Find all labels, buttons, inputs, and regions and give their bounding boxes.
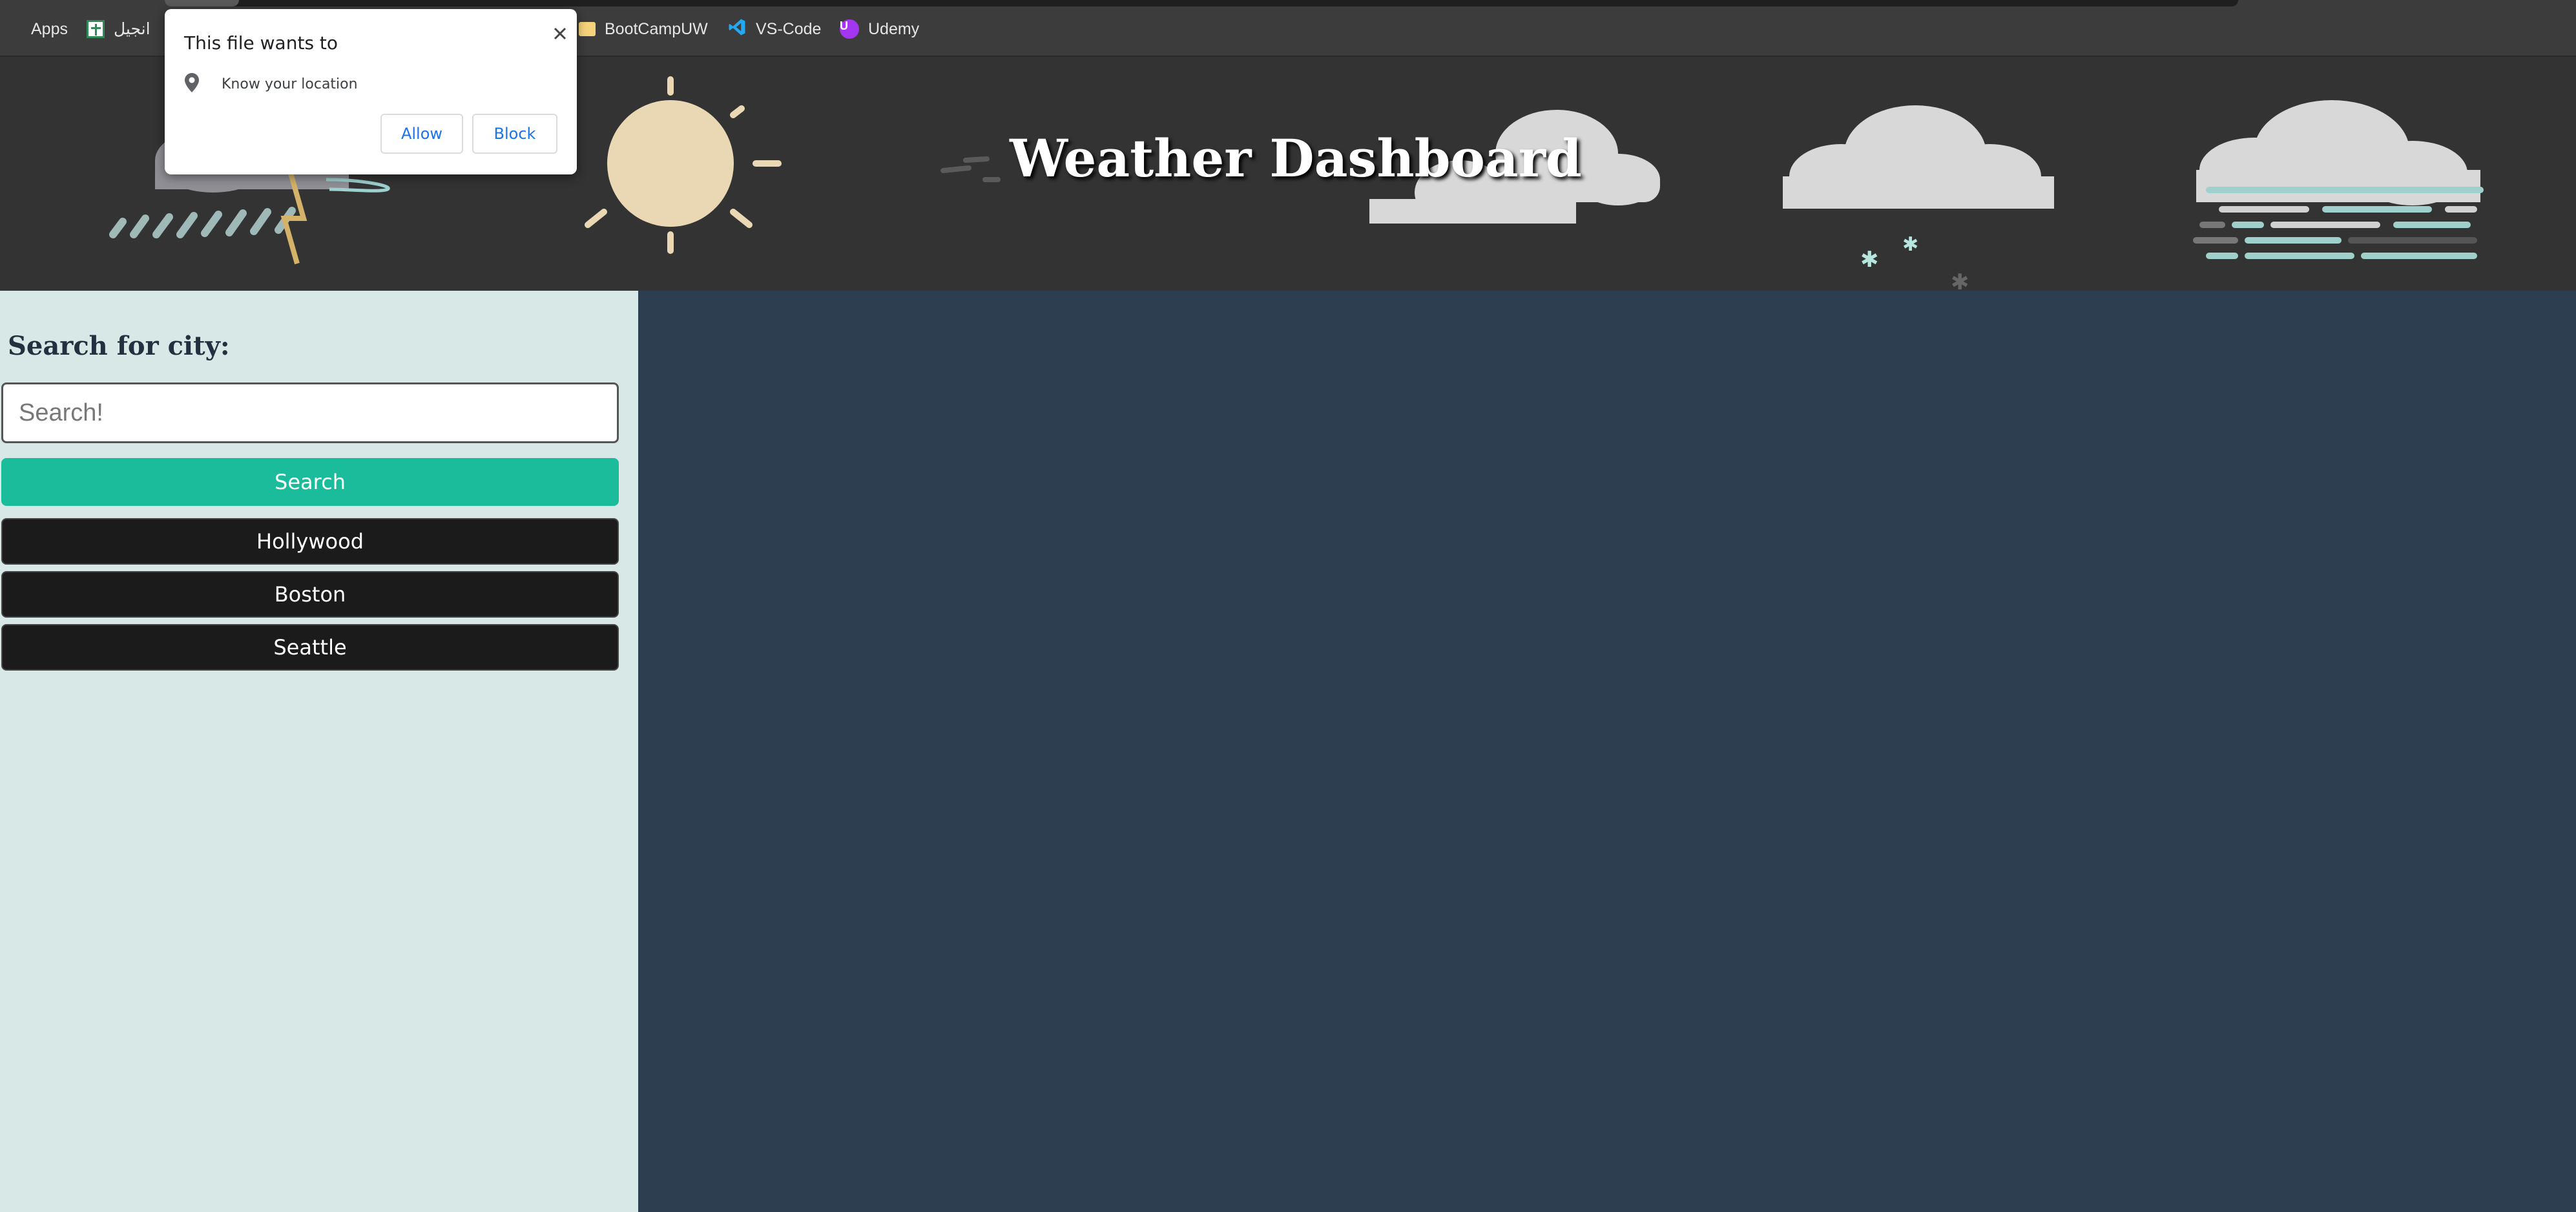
cross-book-icon: [87, 20, 105, 38]
bookmark-udemy[interactable]: U Udemy: [840, 18, 919, 40]
udemy-icon: U: [840, 19, 859, 39]
bookmark-vs-code[interactable]: VS-Code: [727, 18, 821, 40]
active-tab-edge[interactable]: [165, 0, 239, 6]
bookmark-label: Udemy: [868, 19, 920, 38]
svg-text:✱: ✱: [1951, 269, 1969, 291]
permission-row: Know your location: [184, 72, 358, 96]
tab-strip-edge: [165, 0, 2238, 6]
bookmark-apps[interactable]: Apps: [5, 18, 68, 40]
close-icon[interactable]: [547, 21, 573, 47]
bookmark-injil[interactable]: انجيل: [87, 18, 151, 40]
svg-text:✱: ✱: [1860, 247, 1879, 273]
apps-grid-icon: [5, 21, 22, 37]
bookmark-label: Apps: [31, 19, 68, 38]
bookmark-bootcampuw[interactable]: BootCampUW: [579, 18, 708, 40]
folder-icon: [579, 22, 596, 36]
forecast-area: [638, 291, 2576, 1212]
vscode-icon: [727, 17, 747, 41]
city-button-hollywood[interactable]: Hollywood: [1, 518, 619, 565]
block-button[interactable]: Block: [472, 114, 557, 154]
location-permission-popup: This file wants to Know your location Al…: [165, 9, 577, 174]
search-input[interactable]: [1, 382, 619, 443]
popup-title: This file wants to: [184, 32, 338, 54]
city-button-seattle[interactable]: Seattle: [1, 624, 619, 671]
bookmark-label: انجيل: [114, 20, 151, 38]
search-button[interactable]: Search: [1, 458, 619, 506]
city-button-boston[interactable]: Boston: [1, 571, 619, 618]
permission-label: Know your location: [222, 76, 358, 92]
search-heading: Search for city:: [8, 331, 230, 361]
bookmark-label: BootCampUW: [605, 19, 708, 38]
allow-button[interactable]: Allow: [380, 114, 463, 154]
location-pin-icon: [184, 72, 200, 96]
svg-text:✱: ✱: [1902, 233, 1918, 256]
bookmark-label: VS-Code: [756, 19, 822, 38]
search-sidebar: Search for city: Search Hollywood Boston…: [0, 291, 638, 1212]
